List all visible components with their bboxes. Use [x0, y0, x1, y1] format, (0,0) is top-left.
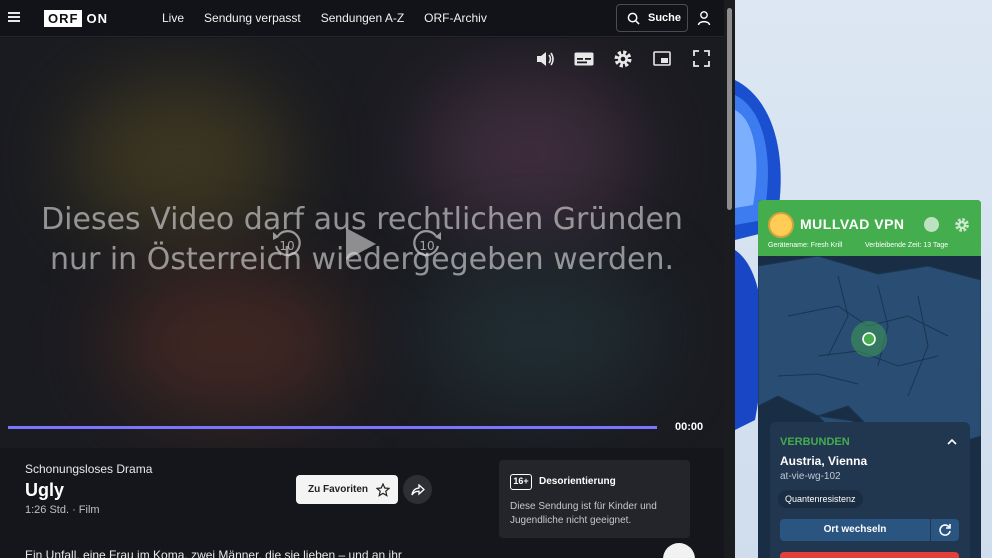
warning-text: Diese Sendung ist für Kinder und Jugendl… — [510, 501, 657, 526]
share-button[interactable] — [403, 475, 432, 504]
switch-location-button[interactable]: Ort wechseln — [780, 519, 930, 541]
timecode: 00:00 — [675, 421, 704, 433]
screen: ORF ON Live Sendung verpasst Sendungen A… — [0, 0, 992, 558]
rewind-icon[interactable]: 10 — [270, 226, 304, 260]
video-player[interactable]: Dieses Video darf aus rechtlichen Gründe… — [0, 38, 724, 448]
program-meta: 1:26 Std. · Film — [25, 504, 100, 516]
search-icon — [627, 12, 640, 25]
connection-status: VERBUNDEN — [780, 436, 850, 448]
connection-panel: VERBUNDEN Austria, Vienna at-vie-wg-102 … — [770, 422, 970, 558]
program-info: Schonungsloses Drama Ugly 1:26 Std. · Fi… — [0, 448, 724, 558]
location-pin — [862, 332, 876, 346]
mullvad-logo — [768, 212, 794, 238]
top-navigation: ORF ON Live Sendung verpasst Sendungen A… — [0, 0, 724, 37]
nav-orf-archiv[interactable]: ORF-Archiv — [424, 11, 487, 25]
nav-sendungen-a-z[interactable]: Sendungen A-Z — [321, 11, 404, 25]
settings-icon[interactable] — [613, 49, 633, 69]
mullvad-header: MULLVAD VPN Gerätename: Fresh Krill Verb… — [758, 200, 981, 256]
connected-location: Austria, Vienna — [780, 454, 868, 468]
chevron-up-icon[interactable] — [947, 438, 957, 445]
forward-icon[interactable]: 10 — [410, 226, 444, 260]
menu-icon[interactable] — [8, 12, 20, 22]
video-blur-4 — [420, 258, 660, 408]
warning-title: Desorientierung — [539, 476, 616, 487]
page-scrollbar[interactable] — [724, 0, 735, 558]
user-icon[interactable] — [697, 10, 711, 26]
remaining-time: Verbleibende Zeit: 13 Tage — [865, 242, 949, 249]
subtitles-icon[interactable] — [574, 52, 594, 66]
logo-on: ON — [86, 10, 108, 26]
progress-bar[interactable] — [8, 426, 657, 429]
floating-action-button[interactable] — [663, 543, 695, 558]
orf-on-logo[interactable]: ORF ON — [44, 9, 108, 27]
gear-icon[interactable] — [954, 217, 970, 233]
program-title: Ugly — [25, 480, 65, 500]
volume-icon[interactable] — [535, 50, 555, 68]
scrollbar-thumb[interactable] — [727, 8, 732, 210]
age-rating-badge: 16+ — [510, 474, 532, 490]
video-blur-3 — [110, 268, 350, 418]
mullvad-app-name: MULLVAD VPN — [800, 216, 905, 232]
quantum-resistance-tag: Quantenresistenz — [778, 490, 863, 508]
reconnect-icon — [939, 524, 951, 536]
favorites-label: Zu Favoriten — [308, 484, 369, 495]
server-name: at-vie-wg-102 — [780, 471, 841, 482]
logo-orf: ORF — [44, 9, 83, 27]
share-icon — [410, 483, 425, 495]
device-name: Gerätename: Fresh Krill — [768, 242, 843, 249]
mullvad-vpn-window: MULLVAD VPN Gerätename: Fresh Krill Verb… — [758, 200, 981, 558]
play-icon[interactable] — [346, 228, 376, 260]
nav-links: Live Sendung verpasst Sendungen A-Z ORF-… — [162, 11, 487, 25]
nav-live[interactable]: Live — [162, 11, 184, 25]
star-icon — [376, 482, 391, 497]
program-description: Ein Unfall, eine Frau im Koma, zwei Männ… — [25, 548, 402, 558]
genre-label: Schonungsloses Drama — [25, 462, 153, 476]
reconnect-button[interactable] — [931, 519, 959, 541]
search-button[interactable]: Suche — [616, 4, 688, 32]
nav-sendung-verpasst[interactable]: Sendung verpasst — [204, 11, 301, 25]
fullscreen-icon[interactable] — [693, 50, 710, 67]
disconnect-button[interactable] — [780, 552, 959, 558]
account-icon[interactable] — [924, 217, 939, 232]
forward-label: 10 — [419, 239, 434, 253]
rewind-label: 10 — [279, 239, 294, 253]
orf-on-browser-pane: ORF ON Live Sendung verpasst Sendungen A… — [0, 0, 735, 558]
add-to-favorites-button[interactable]: Zu Favoriten — [296, 475, 398, 504]
search-label: Suche — [648, 12, 682, 24]
picture-in-picture-icon[interactable] — [653, 51, 671, 66]
content-warning-card: 16+ Desorientierung Diese Sendung ist fü… — [499, 460, 690, 538]
